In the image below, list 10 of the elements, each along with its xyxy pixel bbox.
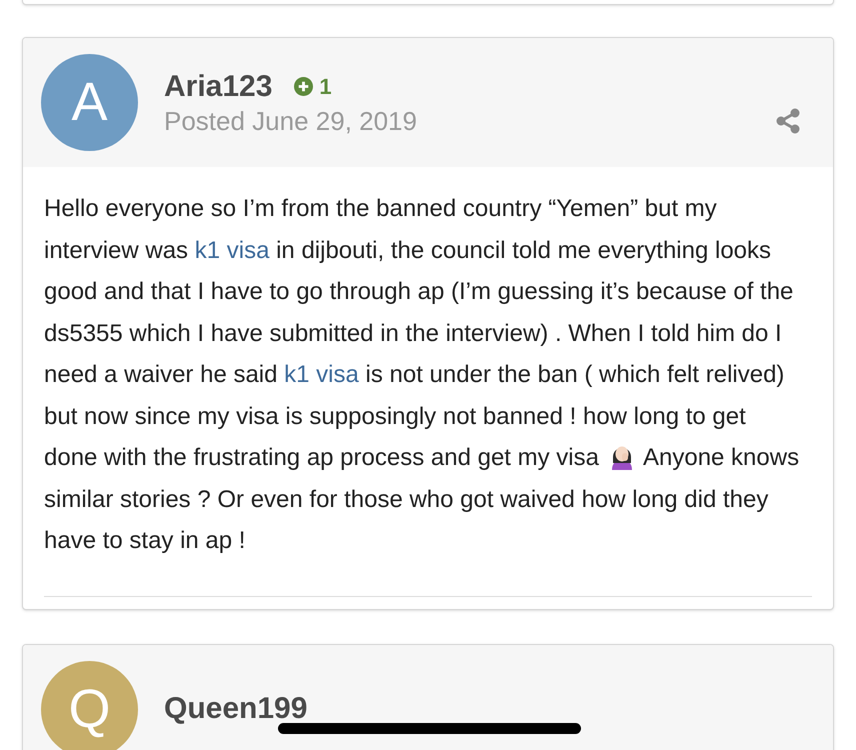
share-icon[interactable] (775, 108, 801, 134)
post-date: Posted June 29, 2019 (164, 104, 417, 136)
visa-link[interactable]: k1 visa (194, 236, 270, 264)
username-link[interactable]: Aria123 (164, 68, 272, 104)
username-link[interactable]: Queen199 (164, 691, 308, 727)
post-text: Hello everyone so I’m from the banned country “Yemen” but my interview was k1 visa in dijbouti, the council told me everything looks good and that I have to go through ap (I’m guessing it’s because of the ds5355 which I have submitted in the interview) . When I told him do I need a waiver he said k1 visa is not under the ban ( which felt relived) but now since my visa is supposingly not banned ! how long to get done with the frustrating ap process and get my visa Anyone knows similar stories ? Or even for those who got waived how long did they have to stay in ap ! (44, 194, 800, 556)
reputation-count: 1 (319, 73, 332, 101)
visa-link[interactable]: k1 visa (284, 361, 359, 388)
plus-icon (294, 77, 314, 96)
avatar[interactable]: A (41, 54, 138, 151)
